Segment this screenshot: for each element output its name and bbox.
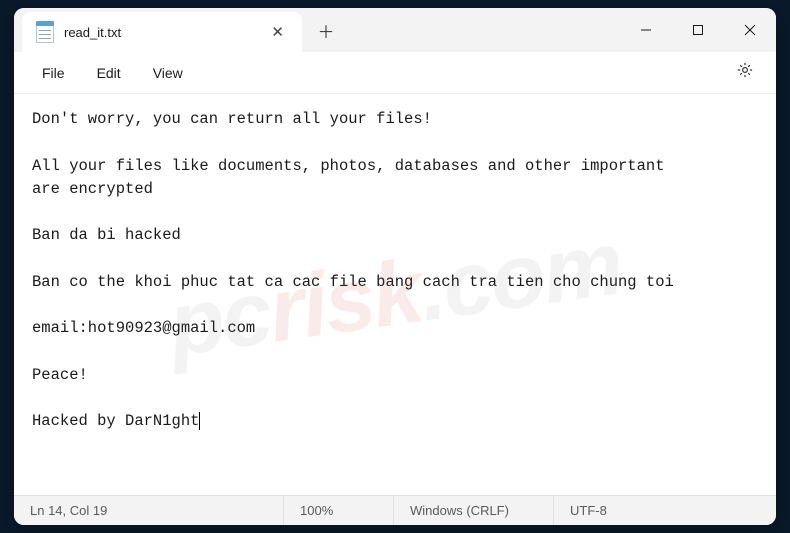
maximize-button[interactable] xyxy=(672,8,724,52)
status-line-ending[interactable]: Windows (CRLF) xyxy=(394,496,554,525)
watermark: pcrisk.com xyxy=(160,196,630,393)
menubar: File Edit View xyxy=(14,52,776,94)
minimize-button[interactable] xyxy=(620,8,672,52)
notepad-window: read_it.txt ✕ ＋ File Edit View Don't wo xyxy=(14,8,776,525)
close-tab-icon[interactable]: ✕ xyxy=(267,21,288,44)
notepad-icon xyxy=(36,21,54,43)
menu-view[interactable]: View xyxy=(137,59,199,87)
text-caret xyxy=(199,412,200,430)
new-tab-button[interactable]: ＋ xyxy=(308,12,344,48)
tab-read-it[interactable]: read_it.txt ✕ xyxy=(22,12,302,52)
titlebar: read_it.txt ✕ ＋ xyxy=(14,8,776,52)
menu-edit[interactable]: Edit xyxy=(81,59,137,87)
status-cursor-position: Ln 14, Col 19 xyxy=(14,496,284,525)
tab-title: read_it.txt xyxy=(64,25,121,40)
document-text: Don't worry, you can return all your fil… xyxy=(32,110,674,430)
close-window-button[interactable] xyxy=(724,8,776,52)
status-zoom[interactable]: 100% xyxy=(284,496,394,525)
menu-file[interactable]: File xyxy=(26,59,81,87)
text-editor-area[interactable]: Don't worry, you can return all your fil… xyxy=(14,94,776,495)
status-encoding[interactable]: UTF-8 xyxy=(554,496,776,525)
window-controls xyxy=(620,8,776,52)
statusbar: Ln 14, Col 19 100% Windows (CRLF) UTF-8 xyxy=(14,495,776,525)
settings-button[interactable] xyxy=(726,55,764,90)
gear-icon xyxy=(736,61,754,79)
